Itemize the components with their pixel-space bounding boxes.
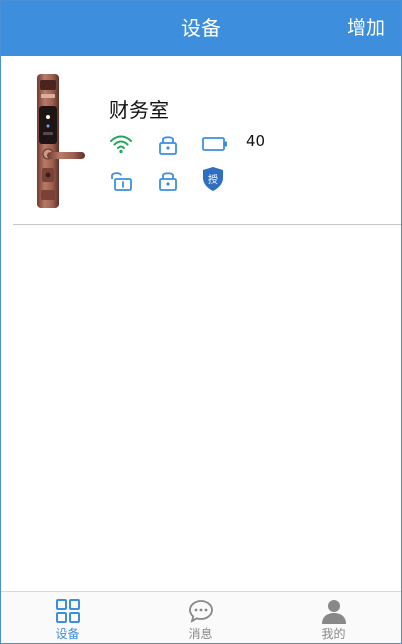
wifi-icon xyxy=(110,135,132,154)
tab-label-messages: 消息 xyxy=(188,627,213,641)
device-list-item[interactable]: 财务室 40 授 xyxy=(1,56,401,224)
battery-level: 40 xyxy=(246,132,266,150)
page-title: 设备 xyxy=(181,16,221,40)
lock-icon xyxy=(159,172,177,191)
smart-lock-image xyxy=(37,74,85,208)
device-name: 财务室 xyxy=(109,98,169,122)
tab-profile[interactable]: 我的 xyxy=(267,592,400,643)
bottom-tab-bar: 设备 消息 我的 xyxy=(1,591,401,643)
grid-icon xyxy=(56,599,80,623)
top-navigation-bar: 设备 增加 xyxy=(1,1,401,56)
tab-label-profile: 我的 xyxy=(321,627,346,641)
authorized-shield-icon: 授 xyxy=(203,167,223,191)
lock-icon xyxy=(159,136,177,155)
tab-messages[interactable]: 消息 xyxy=(134,592,267,643)
unlock-icon xyxy=(111,172,132,191)
app-frame: 设备 增加 财务室 40 授 设备 消息 我的 xyxy=(0,0,402,644)
add-device-button[interactable]: 增加 xyxy=(347,1,385,56)
tab-devices[interactable]: 设备 xyxy=(1,592,134,643)
list-divider xyxy=(13,224,401,225)
tab-label-devices: 设备 xyxy=(55,627,80,641)
shield-badge-label: 授 xyxy=(208,173,218,186)
battery-icon xyxy=(202,137,227,151)
chat-bubble-icon xyxy=(189,600,213,623)
user-icon xyxy=(322,600,346,624)
